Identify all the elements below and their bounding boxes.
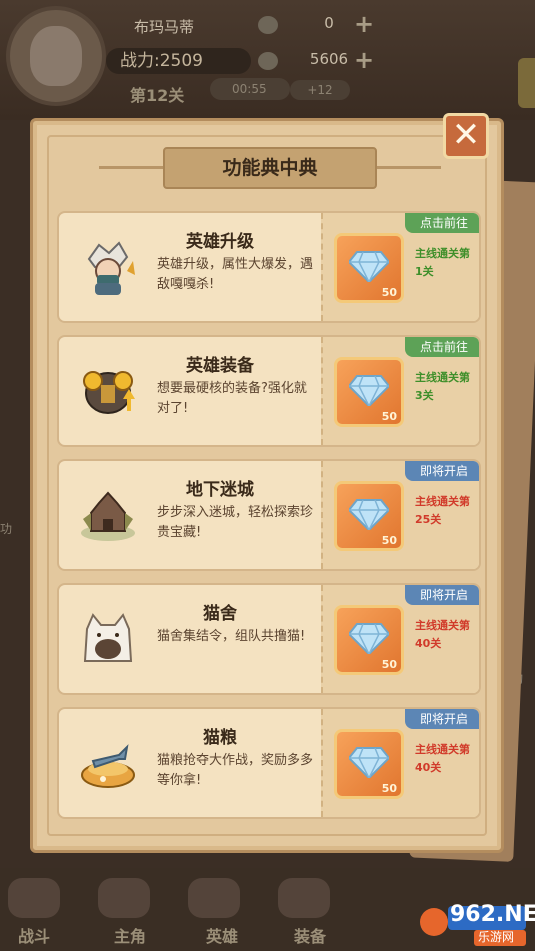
equip-nav-icon [278, 878, 330, 918]
nav-battle[interactable]: 战斗 [18, 923, 50, 947]
reward-count: 50 [381, 658, 397, 671]
reward-count: 50 [381, 534, 397, 547]
hero-upgrade-icon [79, 241, 137, 295]
reward-count: 50 [381, 782, 397, 795]
feature-card[interactable]: 猫粮猫粮抢夺大作战，奖励多多等你拿! 50 即将开启主线通关第 40关 [57, 707, 481, 819]
reward-area: 50 即将开启主线通关第 25关 [321, 461, 479, 569]
feature-card[interactable]: 英雄升级英雄升级，属性大爆发，遇敌嘎嘎杀! 50 点击前往主线通关第 1关 [57, 211, 481, 323]
title-ornament-left [99, 166, 163, 169]
status-tag[interactable]: 点击前往 [405, 337, 479, 357]
reward-box[interactable]: 50 [334, 729, 404, 799]
battle-nav-icon [8, 878, 60, 918]
feature-name: 英雄升级 [186, 232, 254, 252]
reward-box[interactable]: 50 [334, 233, 404, 303]
bonus-chip: +12 [290, 80, 350, 100]
requirement-line-2: 1关 [415, 265, 434, 278]
timer-chip: 00:55 [210, 78, 290, 100]
feature-description: 猫舍集结令，组队共撸猫! [157, 629, 306, 644]
gold-coin-icon [258, 52, 278, 70]
unlock-requirement: 主线通关第 25关 [415, 493, 479, 529]
unlock-requirement: 主线通关第 40关 [415, 617, 479, 653]
feature-description: 猫粮抢夺大作战，奖励多多等你拿! [157, 753, 314, 788]
player-name: 布玛马蒂 [134, 18, 195, 36]
reward-count: 50 [381, 410, 397, 423]
cat-food-icon [79, 737, 137, 791]
status-tag: 即将开启 [405, 709, 479, 729]
unlock-requirement: 主线通关第 1关 [415, 245, 479, 281]
status-tag: 即将开启 [405, 461, 479, 481]
diamond-icon [347, 250, 391, 284]
feature-name: 英雄装备 [186, 356, 254, 376]
diamond-icon [347, 374, 391, 408]
reward-box[interactable]: 50 [334, 481, 404, 551]
gem-resource-icon [258, 16, 278, 34]
reward-count: 50 [381, 286, 397, 299]
close-button[interactable]: ✕ [443, 113, 489, 159]
feature-description: 英雄升级，属性大爆发，遇敌嘎嘎杀! [157, 257, 314, 292]
diamond-icon [347, 746, 391, 780]
reward-area: 50 点击前往主线通关第 3关 [321, 337, 479, 445]
reward-area: 50 即将开启主线通关第 40关 [321, 585, 479, 693]
requirement-line-1: 主线通关第 [415, 495, 470, 508]
unlock-requirement: 主线通关第 3关 [415, 369, 479, 405]
reward-box[interactable]: 50 [334, 605, 404, 675]
diamond-icon [347, 498, 391, 532]
reward-area: 50 点击前往主线通关第 1关 [321, 213, 479, 321]
requirement-line-1: 主线通关第 [415, 247, 470, 260]
gem-count: 0 [324, 14, 334, 32]
requirement-line-2: 40关 [415, 637, 442, 650]
watermark-main: 962.NET [450, 902, 535, 927]
feature-card[interactable]: 猫舍猫舍集结令，组队共撸猫! 50 即将开启主线通关第 40关 [57, 583, 481, 695]
feature-description: 想要最硬核的装备?强化就对了! [157, 381, 307, 416]
lead-nav-icon [98, 878, 150, 918]
feature-name: 地下迷城 [186, 480, 254, 500]
feature-name: 猫粮 [203, 728, 237, 748]
requirement-line-2: 25关 [415, 513, 442, 526]
status-tag: 即将开启 [405, 585, 479, 605]
gem-resource: 0 + [258, 12, 378, 38]
nav-hero[interactable]: 英雄 [206, 923, 238, 947]
gold-resource: 5606 + [258, 48, 378, 74]
feature-card[interactable]: 英雄装备想要最硬核的装备?强化就对了! 50 点击前往主线通关第 3关 [57, 335, 481, 447]
side-left-label: 功 [0, 522, 13, 536]
add-gems-button[interactable]: + [354, 12, 374, 36]
dialog-title: 功能典中典 [222, 157, 318, 179]
requirement-line-2: 40关 [415, 761, 442, 774]
feature-description: 步步深入迷城，轻松探索珍贵宝藏! [157, 505, 314, 540]
feature-name: 猫舍 [203, 604, 237, 624]
diamond-icon [347, 622, 391, 656]
requirement-line-1: 主线通关第 [415, 743, 470, 756]
requirement-line-2: 3关 [415, 389, 434, 402]
avatar-face [30, 26, 82, 86]
watermark-sub: 乐游网 [478, 930, 515, 944]
timer-text: 00:55 [232, 82, 267, 96]
status-tag[interactable]: 点击前往 [405, 213, 479, 233]
gold-count: 5606 [309, 50, 349, 68]
stage-label: 第12关 [130, 86, 185, 105]
reward-box[interactable]: 50 [334, 357, 404, 427]
title-ornament-right [377, 166, 441, 169]
reward-area: 50 即将开启主线通关第 40关 [321, 709, 479, 817]
requirement-line-1: 主线通关第 [415, 371, 470, 384]
cat-house-icon [79, 613, 137, 667]
side-event-button[interactable] [518, 58, 535, 108]
equipment-icon [79, 365, 137, 419]
unlock-requirement: 主线通关第 40关 [415, 741, 479, 777]
dungeon-icon [79, 489, 137, 543]
requirement-line-1: 主线通关第 [415, 619, 470, 632]
nav-lead[interactable]: 主角 [114, 923, 146, 947]
power-value: 战力:2509 [106, 48, 251, 74]
feature-guide-dialog: 功能典中典 ✕ 英雄升级 英雄升级，属性大爆发，遇敌嘎嘎杀! 50 点击前往 主线通关第… [30, 113, 504, 853]
add-gold-button[interactable]: + [354, 48, 374, 72]
nav-equip[interactable]: 装备 [294, 923, 326, 947]
player-avatar[interactable] [6, 6, 106, 106]
feature-card[interactable]: 地下迷城步步深入迷城，轻松探索珍贵宝藏! 50 即将开启主线通关第 25关 [57, 459, 481, 571]
hero-nav-icon [188, 878, 240, 918]
